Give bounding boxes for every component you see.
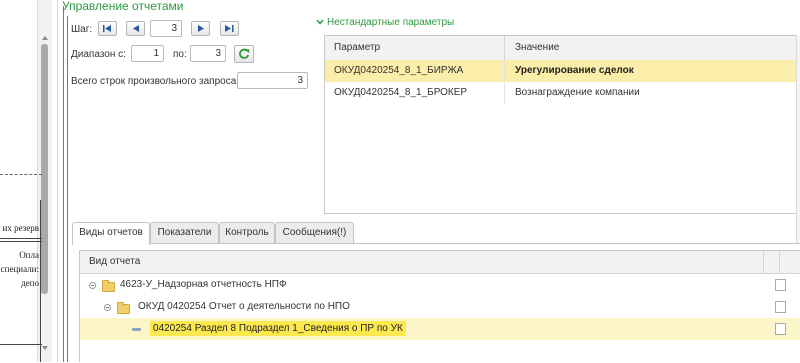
page-title: Управление отчетами: [62, 0, 184, 13]
background-document: их резерв Опла специали: депо: [0, 0, 58, 362]
doc-fragment: Опла: [19, 250, 39, 260]
table-header: Параметр Значение: [325, 36, 800, 61]
frame-border: [63, 6, 64, 362]
column-header-report-type[interactable]: Вид отчета: [89, 256, 140, 267]
row-checkbox[interactable]: [775, 279, 786, 291]
folder-icon: [102, 280, 115, 292]
report-tree: Вид отчета 4623-У_Надзорная отчетность Н…: [79, 250, 800, 362]
doc-fragment: депо: [21, 278, 39, 288]
row-checkbox[interactable]: [775, 301, 786, 313]
refresh-button[interactable]: [234, 45, 254, 63]
doc-fragment: специали:: [0, 264, 39, 274]
nonstandard-params-title[interactable]: Нестандартные параметры: [316, 17, 454, 28]
value-cell: Вознаграждение компании: [515, 87, 640, 98]
doc-rule: [0, 238, 42, 239]
tree-row-label: 0420254 Раздел 8 Подраздел 1_Сведения о …: [150, 321, 406, 336]
scroll-up-icon[interactable]: [42, 36, 48, 40]
collapse-icon[interactable]: [104, 304, 111, 311]
doc-rule: [0, 241, 42, 242]
table-row[interactable]: ОКУД0420254_8_1_БРОКЕР Вознаграждение ко…: [325, 82, 800, 104]
column-header-value[interactable]: Значение: [515, 42, 559, 53]
column-header-param[interactable]: Параметр: [334, 42, 380, 53]
collapse-icon[interactable]: [89, 282, 96, 289]
row-checkbox[interactable]: [775, 323, 786, 335]
range-to-input[interactable]: 3: [190, 45, 226, 62]
last-button[interactable]: [220, 21, 239, 36]
frame-border: [67, 16, 68, 362]
range-from-label: Диапазон с:: [71, 49, 126, 60]
collapse-chevron-icon: [316, 19, 324, 25]
nonstandard-params-label: Нестандартные параметры: [327, 17, 455, 28]
tab-report-types[interactable]: Виды отчетов: [72, 222, 150, 245]
tree-row[interactable]: ОКУД 0420254 Отчет о деятельности по НПО: [80, 296, 800, 318]
scroll-thumb[interactable]: [41, 44, 48, 294]
tab-messages[interactable]: Сообщения(!): [275, 222, 354, 243]
doc-border-line: [40, 200, 41, 362]
range-to-label: по:: [173, 49, 187, 60]
total-rows-label: Всего строк произвольного запроса:: [71, 76, 240, 87]
refresh-icon: [239, 48, 250, 59]
next-page-icon: [197, 25, 204, 32]
tree-row[interactable]: 0420254 Раздел 8 Подраздел 1_Сведения о …: [80, 318, 800, 340]
step-input[interactable]: 3: [150, 20, 182, 37]
tree-row-label: ОКУД 0420254 Отчет о деятельности по НПО: [138, 301, 350, 312]
tab-control[interactable]: Контроль: [219, 222, 275, 243]
param-cell: ОКУД0420254_8_1_БРОКЕР: [334, 87, 468, 98]
tab-indicators[interactable]: Показатели: [150, 222, 219, 243]
scroll-down-icon[interactable]: [42, 346, 48, 350]
param-cell: ОКУД0420254_8_1_БИРЖА: [334, 65, 464, 76]
value-cell: Урегулирование сделок: [515, 65, 634, 76]
next-button[interactable]: [191, 21, 210, 36]
tree-header: Вид отчета: [80, 251, 800, 274]
prev-page-icon: [132, 25, 139, 32]
first-button[interactable]: [98, 21, 117, 36]
doc-fragment: их резерв: [2, 223, 39, 233]
tree-row-label: 4623-У_Надзорная отчетность НПФ: [120, 279, 287, 290]
nonstandard-params-table: Параметр Значение ОКУД0420254_8_1_БИРЖА …: [324, 35, 800, 214]
table-row[interactable]: ОКУД0420254_8_1_БИРЖА Урегулирование сде…: [325, 60, 800, 82]
first-page-icon: [103, 25, 111, 32]
total-rows-input[interactable]: 3: [237, 72, 308, 89]
doc-rule: [0, 344, 42, 345]
step-label: Шаг:: [71, 24, 93, 35]
prev-button[interactable]: [126, 21, 145, 36]
folder-icon: [117, 302, 130, 314]
tree-row[interactable]: 4623-У_Надзорная отчетность НПФ: [80, 274, 800, 296]
document-icon: [132, 328, 141, 331]
range-from-input[interactable]: 1: [131, 45, 164, 62]
last-page-icon: [225, 25, 234, 32]
doc-dashed-line: [0, 174, 42, 175]
